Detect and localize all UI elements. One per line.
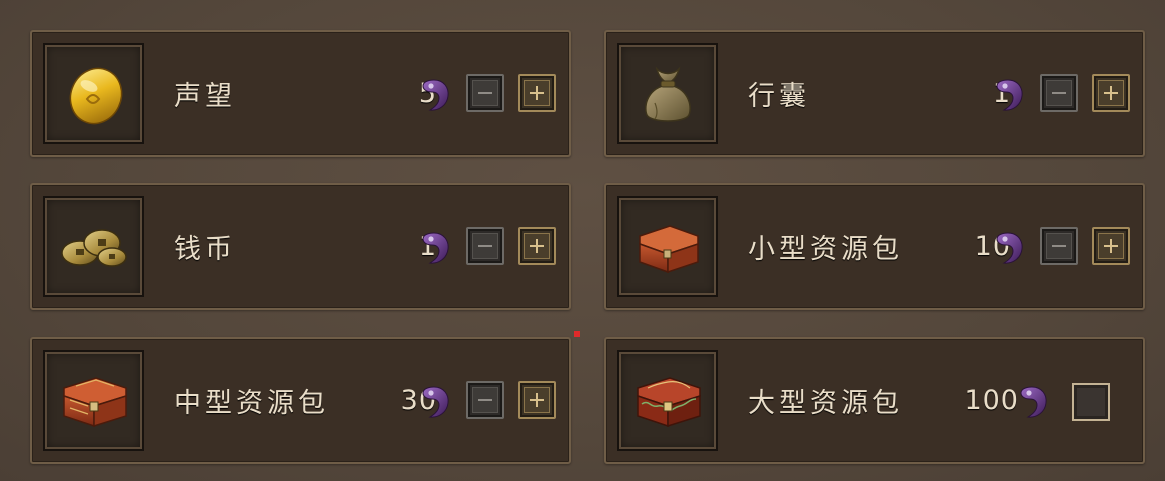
increase-button[interactable] (518, 74, 556, 112)
select-checkbox[interactable] (1072, 383, 1110, 421)
item-name: 大型资源包 (748, 388, 903, 419)
purple-magatama-icon (994, 231, 1024, 265)
item-slot[interactable] (43, 43, 144, 144)
increase-button[interactable] (1092, 227, 1130, 265)
decrease-button[interactable] (1040, 227, 1078, 265)
copper-coins-icon (60, 228, 127, 267)
increase-button[interactable] (1092, 74, 1130, 112)
small-chest-icon (638, 224, 699, 273)
minus-icon (472, 80, 498, 106)
item-name: 中型资源包 (174, 388, 329, 419)
item-slot[interactable] (43, 196, 144, 297)
minus-icon (1046, 233, 1072, 259)
item-name: 行囊 (748, 81, 810, 112)
plus-icon (524, 387, 550, 413)
minus-icon (472, 387, 498, 413)
gold-ingot-icon (69, 67, 122, 124)
purple-magatama-icon (420, 231, 450, 265)
decrease-button[interactable] (1040, 74, 1078, 112)
increase-button[interactable] (518, 227, 556, 265)
item-card: 钱币 1 (30, 183, 571, 310)
item-card: 声望 5 (30, 30, 571, 157)
medium-chest-icon (62, 376, 127, 427)
marker-dot (574, 331, 580, 337)
item-name: 钱币 (174, 234, 236, 265)
item-slot[interactable] (617, 350, 718, 451)
plus-icon (1098, 80, 1124, 106)
item-name: 声望 (174, 81, 236, 112)
decrease-button[interactable] (466, 74, 504, 112)
large-chest-icon (636, 376, 701, 427)
decrease-button[interactable] (466, 381, 504, 419)
item-slot[interactable] (617, 43, 718, 144)
plus-icon (524, 80, 550, 106)
cloth-pouch-icon (644, 66, 691, 122)
plus-icon (1098, 233, 1124, 259)
increase-button[interactable] (518, 381, 556, 419)
plus-icon (524, 233, 550, 259)
decrease-button[interactable] (466, 227, 504, 265)
item-card: 行囊 1 (604, 30, 1145, 157)
minus-icon (1046, 80, 1072, 106)
item-slot[interactable] (43, 350, 144, 451)
minus-icon (472, 233, 498, 259)
purple-magatama-icon (420, 385, 450, 419)
item-name: 小型资源包 (748, 234, 903, 265)
item-cost: 100 (964, 385, 1019, 416)
item-card: 小型资源包 10 (604, 183, 1145, 310)
purple-magatama-icon (1018, 385, 1048, 419)
item-card: 大型资源包 100 (604, 337, 1145, 464)
item-card: 中型资源包 30 (30, 337, 571, 464)
purple-magatama-icon (420, 78, 450, 112)
item-slot[interactable] (617, 196, 718, 297)
purple-magatama-icon (994, 78, 1024, 112)
